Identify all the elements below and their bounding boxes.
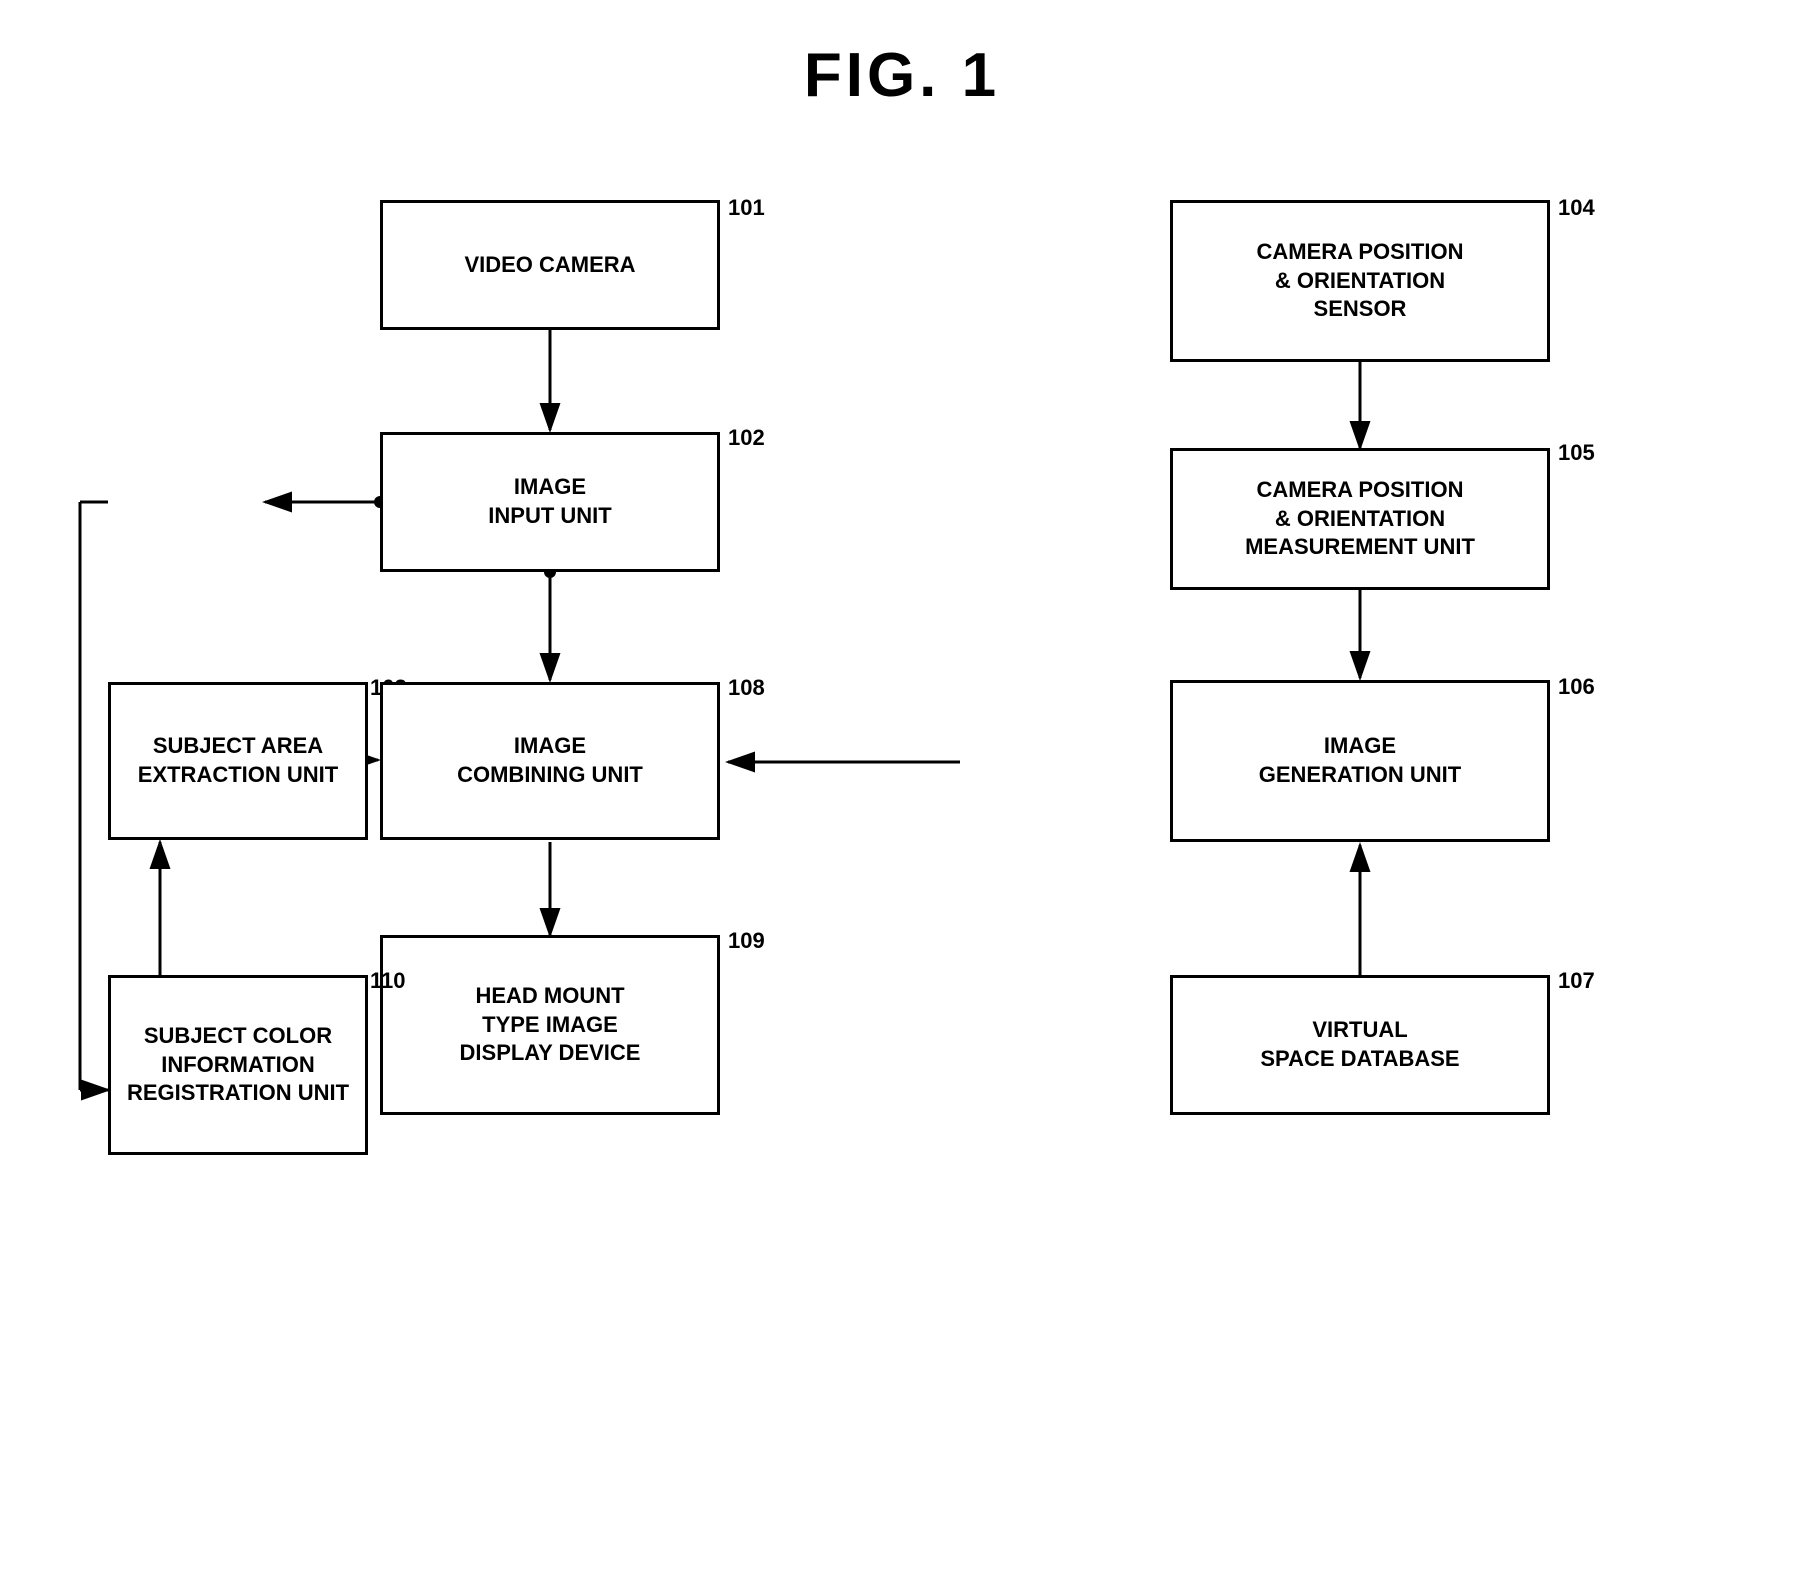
ref-101: 101 [728, 195, 765, 221]
image-generation-unit-box: IMAGE GENERATION UNIT [1170, 680, 1550, 842]
subject-color-registration-box: SUBJECT COLOR INFORMATION REGISTRATION U… [108, 975, 368, 1155]
ref-106: 106 [1558, 674, 1595, 700]
ref-104: 104 [1558, 195, 1595, 221]
subject-area-extraction-box: SUBJECT AREA EXTRACTION UNIT [108, 682, 368, 840]
ref-109: 109 [728, 928, 765, 954]
head-mount-display-box: HEAD MOUNT TYPE IMAGE DISPLAY DEVICE [380, 935, 720, 1115]
ref-102: 102 [728, 425, 765, 451]
ref-107: 107 [1558, 968, 1595, 994]
page-title: FIG. 1 [0, 0, 1804, 111]
image-combining-unit-box: IMAGE COMBINING UNIT [380, 682, 720, 840]
diagram-container: VIDEO CAMERA 101 IMAGE INPUT UNIT 102 SU… [60, 140, 1744, 1543]
camera-position-sensor-box: CAMERA POSITION & ORIENTATION SENSOR [1170, 200, 1550, 362]
image-input-unit-box: IMAGE INPUT UNIT [380, 432, 720, 572]
ref-105: 105 [1558, 440, 1595, 466]
video-camera-box: VIDEO CAMERA [380, 200, 720, 330]
camera-position-measurement-box: CAMERA POSITION & ORIENTATION MEASUREMEN… [1170, 448, 1550, 590]
ref-108: 108 [728, 675, 765, 701]
virtual-space-database-box: VIRTUAL SPACE DATABASE [1170, 975, 1550, 1115]
ref-110: 110 [370, 968, 406, 994]
